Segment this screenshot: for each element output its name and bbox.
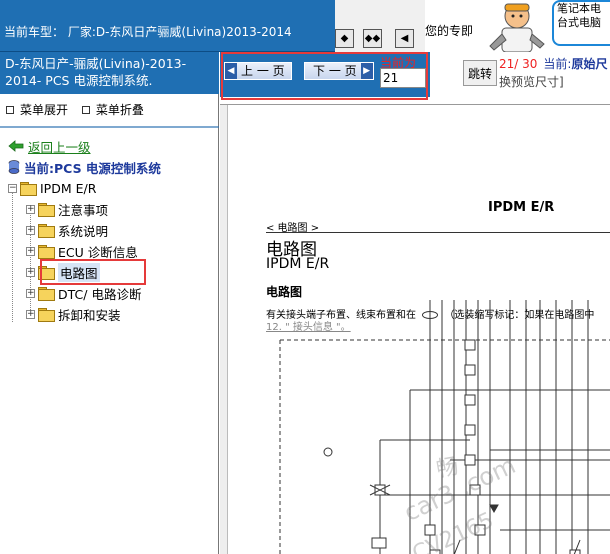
main-area: ◀ 上 一 页 下 一 页 ▶ 当前为 跳转 21/ 30当前:原始尺 换预览尺… [220,52,610,554]
current-system: 当前:PCS 电源控制系统 [8,158,161,176]
back-link-label: 返回上一级 [28,139,91,155]
expand-all-label: 菜单展开 [20,103,69,117]
expand-icon [6,105,14,114]
divider [0,126,219,128]
folder-icon [38,224,55,238]
size-prefix: 当前: [543,57,572,71]
folder-icon [38,203,55,217]
expand-node-icon[interactable]: + [26,267,35,277]
folder-open-icon [20,182,37,196]
double-page-icon[interactable]: ◆◆ [363,29,382,48]
expand-node-icon[interactable]: + [26,246,35,256]
vehicle-header: 当前车型： 厂家:D-东风日产骊威(Livina)2013-2014 [0,0,335,52]
doc-rule [266,232,610,233]
tree-root[interactable]: − IPDM E/R [8,179,96,197]
single-page-icon[interactable]: ◆ [335,29,354,48]
document-viewer[interactable]: IPDM E/R < 电路图 > 电路图 IPDM E/R 电路图 有关接头端子… [220,105,610,554]
jump-button[interactable]: 跳转 [463,60,497,86]
vehicle-title: 当前车型： 厂家:D-东风日产骊威(Livina)2013-2014 [4,25,292,39]
top-right-text: 您的专即 [425,22,485,50]
size-hint[interactable]: 换预览尺寸] [499,73,564,90]
page-info: 21/ 30 当前:原始尺 [499,55,607,72]
tree-item-precautions[interactable]: + 注意事项 [26,200,108,218]
doc-subtitle: IPDM E/R [266,256,330,272]
tree-root-label: IPDM E/R [40,180,97,196]
promo-line-2: 台式电脑 [557,16,601,29]
page-toolbar: ◀ 上 一 页 下 一 页 ▶ 当前为 跳转 21/ 30当前:原始尺 换预览尺… [220,52,610,105]
system-title: D-东风日产-骊威(Livina)-2013-2014- PCS 电源控制系统. [0,52,219,94]
folder-icon [38,308,55,322]
tree-item-removal-installation[interactable]: + 拆卸和安装 [26,305,121,323]
expand-node-icon[interactable]: + [26,225,35,235]
promo-line-1: 笔记本电 [557,2,601,15]
expand-all-button[interactable]: 菜单展开 [6,101,68,118]
menu-toggles: 菜单展开 菜单折叠 [6,101,154,118]
folder-icon [38,287,55,301]
collapse-icon [81,105,90,114]
size-value[interactable]: 原始尺 [571,57,607,71]
top-bar: 当前车型： 厂家:D-东风日产骊威(Livina)2013-2014 ◆ ◆◆ … [0,0,610,52]
tree-item-system-description[interactable]: + 系统说明 [26,221,108,239]
page-total: / 30 [514,57,538,71]
database-icon [8,160,20,174]
highlight-box [221,52,428,100]
tree-item-label: ECU 诊断信息 [58,244,138,260]
doc-header-right: IPDM E/R [488,200,555,215]
expand-node-icon[interactable]: + [26,288,35,298]
page-current: 21 [499,57,515,71]
tree-connector [12,192,13,322]
collapse-node-icon[interactable]: − [8,183,17,193]
back-page-icon[interactable]: ◀ [395,29,414,48]
back-arrow-icon [8,140,24,152]
highlight-box [40,259,146,285]
mascot-icon [489,3,545,52]
view-controls: ◆ ◆◆ ◀ [335,0,425,52]
left-panel: D-东风日产-骊威(Livina)-2013-2014- PCS 电源控制系统.… [0,52,219,554]
current-system-label: 当前:PCS 电源控制系统 [24,160,161,176]
expand-node-icon[interactable]: + [26,309,35,319]
promo-banner[interactable]: 笔记本电 台式电脑 [552,0,610,46]
tree-item-label: DTC/ 电路诊断 [58,286,142,302]
doc-section-heading: 电路图 [266,285,303,299]
collapse-all-button[interactable]: 菜单折叠 [81,101,144,118]
tree-item-label: 注意事项 [58,202,109,218]
tree-item-label: 系统说明 [58,223,109,239]
tree-item-label: 拆卸和安装 [58,307,121,323]
collapse-all-label: 菜单折叠 [95,103,144,117]
tree-item-dtc-diagnosis[interactable]: + DTC/ 电路诊断 [26,284,141,302]
back-link[interactable]: 返回上一级 [8,137,91,155]
expand-node-icon[interactable]: + [26,204,35,214]
folder-icon [38,245,55,259]
tree-item-ecu-diagnosis[interactable]: + ECU 诊断信息 [26,242,138,260]
